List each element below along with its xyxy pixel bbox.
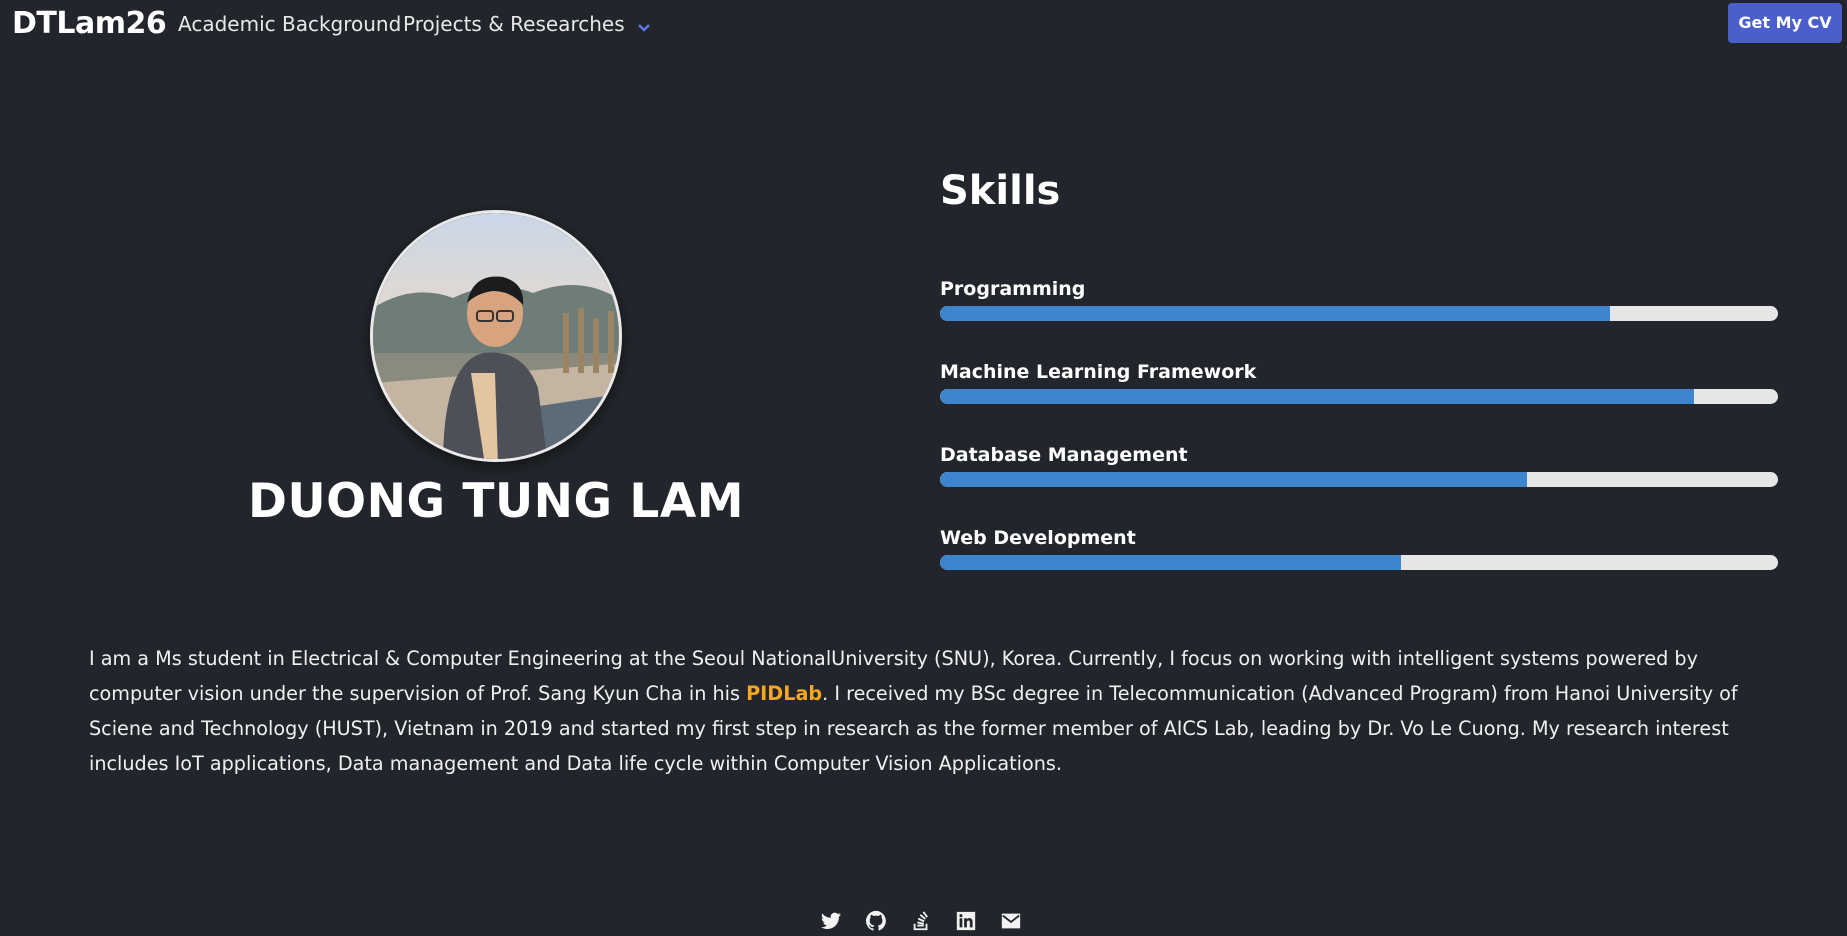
bio-paragraph: I am a Ms student in Electrical & Comput… bbox=[89, 641, 1765, 781]
chevron-down-icon bbox=[637, 14, 651, 38]
avatar bbox=[370, 210, 622, 462]
nav-projects-label: Projects & Researches bbox=[403, 12, 625, 36]
skill-bar-fill bbox=[940, 389, 1695, 404]
skill-bar-fill bbox=[940, 306, 1611, 321]
skill-label: Web Development bbox=[940, 527, 1136, 549]
github-icon[interactable] bbox=[865, 910, 887, 932]
brand-logo[interactable]: DTLam26 bbox=[12, 6, 167, 41]
skill-label: Machine Learning Framework bbox=[940, 361, 1257, 383]
pidlab-link[interactable]: PIDLab bbox=[746, 682, 822, 705]
skill-web-development: Web Development bbox=[940, 527, 1778, 570]
skill-bar-track bbox=[940, 555, 1778, 570]
linkedin-icon[interactable] bbox=[955, 910, 977, 932]
twitter-icon[interactable] bbox=[820, 910, 842, 932]
skill-ml-framework: Machine Learning Framework bbox=[940, 361, 1778, 404]
profile-name: DUONG TUNG LAM bbox=[247, 474, 744, 529]
skill-bar-fill bbox=[940, 555, 1401, 570]
skill-bar-track bbox=[940, 306, 1778, 321]
navbar: DTLam26 Academic Background Projects & R… bbox=[0, 0, 1847, 48]
nav-academic-background[interactable]: Academic Background bbox=[178, 12, 401, 36]
stackoverflow-icon[interactable] bbox=[910, 910, 932, 932]
skill-bar-track bbox=[940, 389, 1778, 404]
skill-label: Programming bbox=[940, 278, 1086, 300]
skill-programming: Programming bbox=[940, 278, 1778, 321]
social-links bbox=[820, 910, 1040, 932]
skill-bar-track bbox=[940, 472, 1778, 487]
skills-heading: Skills bbox=[940, 168, 1061, 214]
email-icon[interactable] bbox=[1000, 910, 1022, 932]
skill-bar-fill bbox=[940, 472, 1527, 487]
skill-label: Database Management bbox=[940, 444, 1188, 466]
nav-projects-researches[interactable]: Projects & Researches bbox=[403, 12, 651, 38]
skill-database: Database Management bbox=[940, 444, 1778, 487]
get-cv-button[interactable]: Get My CV bbox=[1728, 3, 1842, 43]
